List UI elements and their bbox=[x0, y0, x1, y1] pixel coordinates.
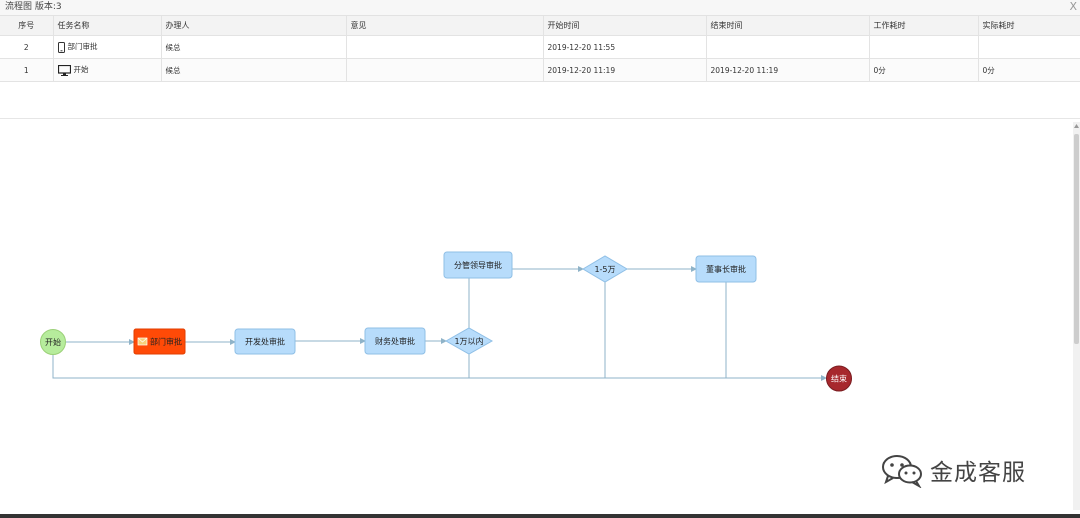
flow-edges bbox=[52, 266, 827, 381]
edge-start-end bbox=[52, 354, 827, 381]
svg-text:财务处审批: 财务处审批 bbox=[375, 336, 415, 346]
svg-text:董事长审批: 董事长审批 bbox=[706, 264, 746, 274]
svg-text:1-5万: 1-5万 bbox=[594, 265, 615, 274]
svg-text:开发处审批: 开发处审批 bbox=[245, 337, 285, 347]
flow-gateway-10k-50k[interactable]: 1-5万 bbox=[582, 255, 628, 283]
flow-node-branch-leader-approval[interactable]: 分管领导审批 bbox=[443, 251, 513, 279]
flow-node-start[interactable]: 开始 bbox=[40, 329, 66, 355]
flow-diagram: 开始 部门审批 开发处审批 财务处审批 1万以内 分管领导审批 1-5万 董事长… bbox=[40, 251, 852, 392]
flow-gateway-under-10k[interactable]: 1万以内 bbox=[444, 327, 494, 355]
watermark-text: 金成客服 bbox=[930, 460, 1026, 486]
wechat-icon bbox=[882, 455, 922, 488]
flow-node-dev-approval[interactable]: 开发处审批 bbox=[234, 328, 296, 355]
flow-node-end[interactable]: 结束 bbox=[826, 365, 852, 392]
flow-node-dept-approval[interactable]: 部门审批 bbox=[133, 328, 186, 355]
envelope-icon bbox=[137, 337, 148, 346]
vertical-scrollbar[interactable] bbox=[1073, 122, 1080, 510]
svg-text:1万以内: 1万以内 bbox=[454, 336, 483, 346]
svg-text:分管领导审批: 分管领导审批 bbox=[454, 260, 502, 270]
watermark: 金成客服 bbox=[880, 450, 1026, 490]
svg-text:结束: 结束 bbox=[831, 374, 847, 384]
flow-node-chairman-approval[interactable]: 董事长审批 bbox=[695, 255, 757, 283]
flow-node-finance-approval[interactable]: 财务处审批 bbox=[364, 327, 426, 355]
svg-text:部门审批: 部门审批 bbox=[150, 337, 182, 347]
scrollbar-thumb[interactable] bbox=[1074, 134, 1079, 344]
bottom-edge bbox=[0, 514, 1080, 518]
svg-text:开始: 开始 bbox=[45, 337, 61, 347]
scroll-up-arrow-icon[interactable] bbox=[1073, 122, 1080, 130]
